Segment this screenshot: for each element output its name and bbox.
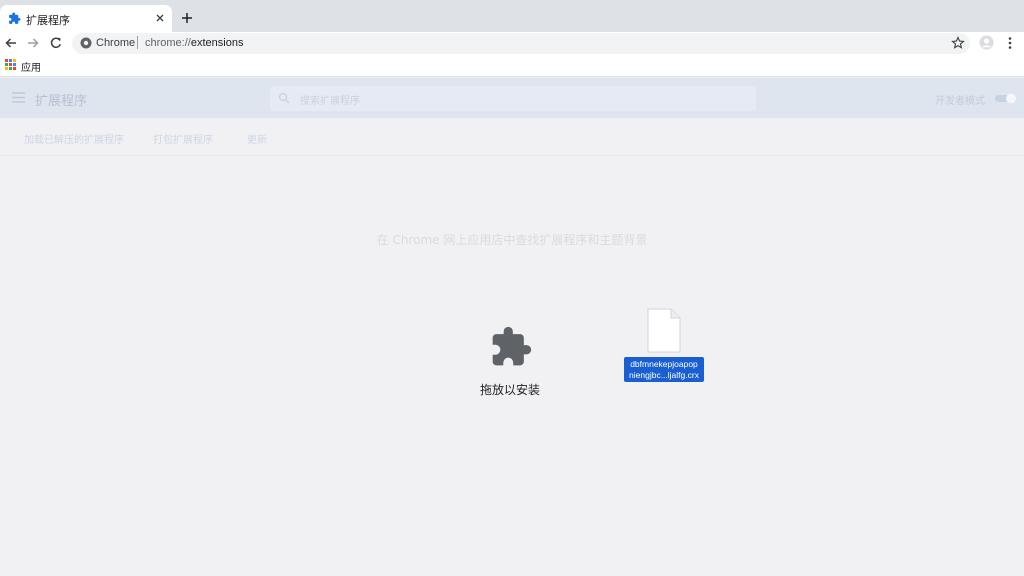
more-vert-icon[interactable]	[1004, 36, 1016, 50]
pack-extension-button[interactable]: 打包扩展程序	[153, 131, 213, 146]
apps-grid-icon[interactable]	[5, 59, 16, 70]
hamburger-menu-icon[interactable]	[12, 92, 25, 103]
search-placeholder: 搜索扩展程序	[300, 96, 360, 107]
back-arrow-icon[interactable]	[4, 36, 18, 50]
url-host: extensions	[190, 37, 244, 49]
reload-icon[interactable]	[49, 36, 63, 50]
bookmark-star-icon[interactable]	[951, 36, 965, 50]
browser-toolbar: Chrome chrome://extensions	[0, 32, 1024, 54]
update-button[interactable]: 更新	[247, 131, 267, 146]
address-bar[interactable]: Chrome chrome://extensions	[72, 33, 970, 54]
file-name-line-2: niengjbc...ljalfg.crx	[629, 370, 699, 380]
header-divider	[0, 155, 1024, 156]
apps-bookmark-label[interactable]: 应用	[21, 59, 41, 74]
file-name-line-1: dbfmnekepjoapop	[630, 359, 698, 369]
chrome-site-icon	[80, 37, 92, 49]
url-scheme: chrome://	[145, 37, 191, 49]
developer-mode-label: 开发者模式	[935, 96, 985, 107]
file-document-icon[interactable]	[646, 308, 682, 353]
profile-avatar-icon[interactable]	[979, 35, 994, 50]
puzzle-icon	[492, 326, 532, 366]
url-text: chrome://extensions	[145, 37, 243, 49]
extensions-action-bar: 加载已解压的扩展程序 打包扩展程序 更新	[0, 118, 1024, 156]
page-title: 扩展程序	[35, 94, 88, 109]
extensions-header: 扩展程序 搜索扩展程序 开发者模式	[0, 78, 1024, 118]
close-icon[interactable]	[153, 11, 167, 25]
new-tab-button[interactable]	[179, 10, 195, 26]
search-icon	[278, 92, 290, 104]
bookmarks-bar: 应用	[0, 54, 1024, 77]
site-chip-label: Chrome	[96, 37, 136, 49]
search-extensions-input[interactable]: 搜索扩展程序	[270, 86, 756, 111]
omnibox-separator	[137, 36, 138, 49]
dragged-file-name[interactable]: dbfmnekepjoapop niengjbc...ljalfg.crx	[624, 357, 704, 382]
drop-to-install-label: 拖放以安装	[479, 383, 540, 397]
empty-state-message: 在 Chrome 网上应用店中查找扩展程序和主题背景	[376, 233, 648, 247]
tab-extensions[interactable]: 扩展程序	[0, 5, 172, 32]
tab-title: 扩展程序	[26, 14, 70, 27]
developer-mode-toggle[interactable]	[995, 93, 1017, 104]
load-unpacked-button[interactable]: 加载已解压的扩展程序	[24, 131, 124, 146]
puzzle-icon	[9, 12, 21, 24]
tab-strip: 扩展程序	[0, 0, 1024, 32]
forward-arrow-icon[interactable]	[26, 36, 40, 50]
